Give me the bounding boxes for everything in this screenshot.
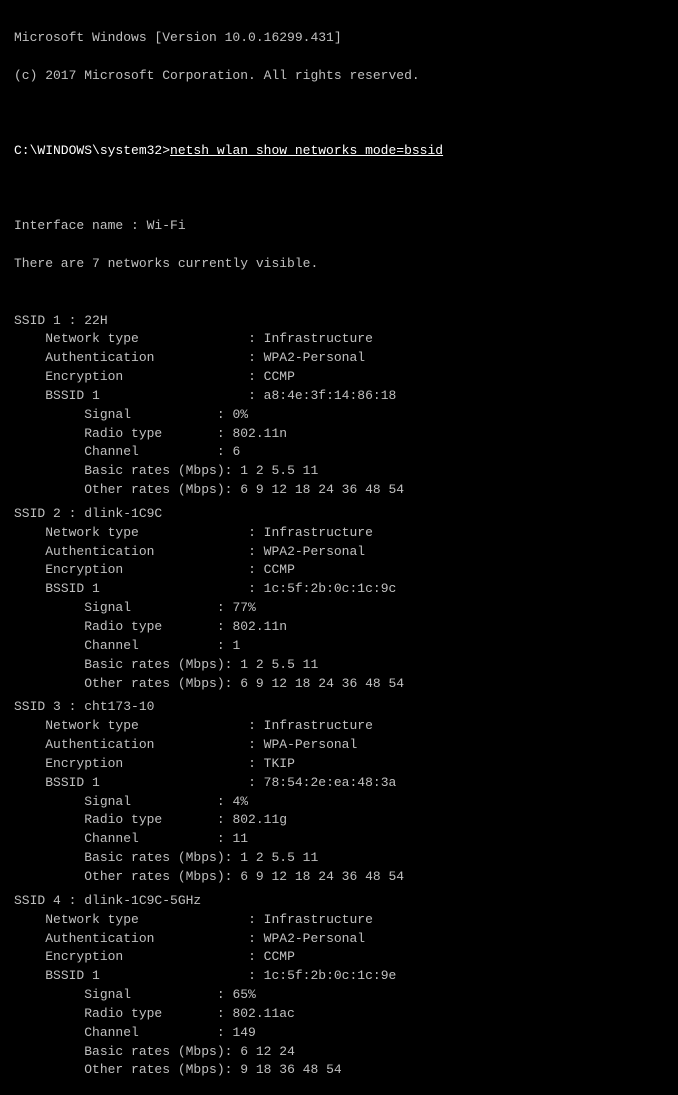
auth-label-3: Authentication	[45, 737, 248, 752]
radio-value-3: 802.11g	[232, 812, 287, 827]
network-type-label-3: Network type	[45, 718, 248, 733]
header-line2: (c) 2017 Microsoft Corporation. All righ…	[14, 68, 420, 83]
other-label-4: Other rates (Mbps)	[84, 1062, 224, 1077]
other-label-3: Other rates (Mbps)	[84, 869, 224, 884]
basic-value-2: 1 2 5.5 11	[240, 657, 318, 672]
signal-value-1: 0%	[232, 407, 248, 422]
channel-label-1: Channel	[84, 444, 217, 459]
channel-label-4: Channel	[84, 1025, 217, 1040]
basic-label-4: Basic rates (Mbps)	[84, 1044, 224, 1059]
signal-label-2: Signal	[84, 600, 217, 615]
enc-label-3: Encryption	[45, 756, 248, 771]
channel-label-3: Channel	[84, 831, 217, 846]
header-line1: Microsoft Windows [Version 10.0.16299.43…	[14, 30, 342, 45]
auth-value-1: WPA2-Personal	[264, 350, 365, 365]
prompt: C:\WINDOWS\system32>netsh wlan show netw…	[14, 143, 443, 158]
signal-label-3: Signal	[84, 794, 217, 809]
network-section-2: SSID 2 : dlink-1C9C Network type : Infra…	[14, 505, 664, 693]
network-type-label-1: Network type	[45, 331, 248, 346]
network-type-label-4: Network type	[45, 912, 248, 927]
network-count: There are 7 networks currently visible.	[14, 256, 318, 271]
basic-value-3: 1 2 5.5 11	[240, 850, 318, 865]
ssid-header-4: SSID 4 : dlink-1C9C-5GHz	[14, 893, 201, 908]
enc-value-4: CCMP	[264, 949, 295, 964]
enc-value-1: CCMP	[264, 369, 295, 384]
other-label-2: Other rates (Mbps)	[84, 676, 224, 691]
enc-label-1: Encryption	[45, 369, 248, 384]
bssid-label-4: BSSID 1	[45, 968, 248, 983]
enc-label-2: Encryption	[45, 562, 248, 577]
radio-value-4: 802.11ac	[232, 1006, 294, 1021]
other-value-2: 6 9 12 18 24 36 48 54	[240, 676, 404, 691]
network-section-1: SSID 1 : 22H Network type : Infrastructu…	[14, 312, 664, 500]
enc-label-4: Encryption	[45, 949, 248, 964]
channel-value-3: 11	[232, 831, 248, 846]
auth-value-2: WPA2-Personal	[264, 544, 365, 559]
interface-name: Interface name : Wi-Fi	[14, 218, 186, 233]
bssid-label-3: BSSID 1	[45, 775, 248, 790]
prompt-text: C:\WINDOWS\system32>	[14, 143, 170, 158]
radio-value-2: 802.11n	[232, 619, 287, 634]
ssid-header-3: SSID 3 : cht173-10	[14, 699, 154, 714]
signal-label-4: Signal	[84, 987, 217, 1002]
signal-value-2: 77%	[232, 600, 255, 615]
signal-label-1: Signal	[84, 407, 217, 422]
spacer-4	[14, 1080, 664, 1085]
network-type-value-3: Infrastructure	[264, 718, 373, 733]
ssid-header-2: SSID 2 : dlink-1C9C	[14, 506, 162, 521]
basic-label-3: Basic rates (Mbps)	[84, 850, 224, 865]
enc-value-3: TKIP	[264, 756, 295, 771]
bssid-value-4: 1c:5f:2b:0c:1c:9e	[264, 968, 397, 983]
auth-value-4: WPA2-Personal	[264, 931, 365, 946]
bssid-value-1: a8:4e:3f:14:86:18	[264, 388, 397, 403]
radio-label-1: Radio type	[84, 426, 217, 441]
basic-value-1: 1 2 5.5 11	[240, 463, 318, 478]
channel-value-2: 1	[232, 638, 240, 653]
radio-label-2: Radio type	[84, 619, 217, 634]
network-section-3: SSID 3 : cht173-10 Network type : Infras…	[14, 698, 664, 886]
auth-label-2: Authentication	[45, 544, 248, 559]
auth-label-1: Authentication	[45, 350, 248, 365]
network-type-label-2: Network type	[45, 525, 248, 540]
ssid-header-1: SSID 1 : 22H	[14, 313, 108, 328]
other-label-1: Other rates (Mbps)	[84, 482, 224, 497]
enc-value-2: CCMP	[264, 562, 295, 577]
channel-label-2: Channel	[84, 638, 217, 653]
bssid-value-3: 78:54:2e:ea:48:3a	[264, 775, 397, 790]
network-type-value-1: Infrastructure	[264, 331, 373, 346]
other-value-4: 9 18 36 48 54	[240, 1062, 341, 1077]
network-type-value-2: Infrastructure	[264, 525, 373, 540]
other-value-1: 6 9 12 18 24 36 48 54	[240, 482, 404, 497]
auth-label-4: Authentication	[45, 931, 248, 946]
networks-container: SSID 1 : 22H Network type : Infrastructu…	[14, 312, 664, 1086]
auth-value-3: WPA-Personal	[264, 737, 358, 752]
bssid-label-2: BSSID 1	[45, 581, 248, 596]
basic-label-2: Basic rates (Mbps)	[84, 657, 224, 672]
signal-value-4: 65%	[232, 987, 255, 1002]
network-section-4: SSID 4 : dlink-1C9C-5GHz Network type : …	[14, 892, 664, 1080]
network-type-value-4: Infrastructure	[264, 912, 373, 927]
terminal-window: Microsoft Windows [Version 10.0.16299.43…	[14, 10, 664, 312]
bssid-label-1: BSSID 1	[45, 388, 248, 403]
basic-label-1: Basic rates (Mbps)	[84, 463, 224, 478]
channel-value-1: 6	[232, 444, 240, 459]
basic-value-4: 6 12 24	[240, 1044, 295, 1059]
radio-value-1: 802.11n	[232, 426, 287, 441]
radio-label-4: Radio type	[84, 1006, 217, 1021]
radio-label-3: Radio type	[84, 812, 217, 827]
bssid-value-2: 1c:5f:2b:0c:1c:9c	[264, 581, 397, 596]
signal-value-3: 4%	[232, 794, 248, 809]
other-value-3: 6 9 12 18 24 36 48 54	[240, 869, 404, 884]
channel-value-4: 149	[232, 1025, 255, 1040]
command-text: netsh wlan show networks mode=bssid	[170, 143, 443, 158]
